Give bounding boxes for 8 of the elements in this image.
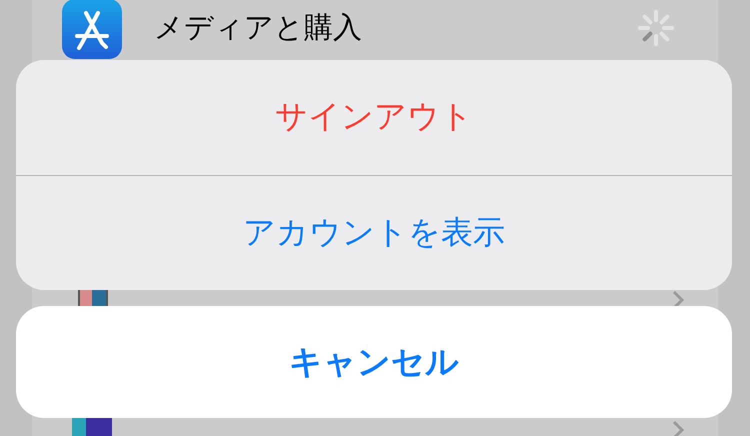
thumbnail-icon bbox=[78, 290, 108, 306]
cancel-button[interactable]: キャンセル bbox=[16, 306, 732, 418]
chevron-icon bbox=[672, 420, 684, 436]
action-button[interactable]: サインアウト bbox=[16, 60, 732, 174]
row-title: メディアと購入 bbox=[154, 9, 363, 46]
thumbnail-icon bbox=[72, 418, 112, 436]
action-button[interactable]: アカウントを表示 bbox=[16, 176, 732, 290]
app-store-icon bbox=[62, 0, 122, 59]
